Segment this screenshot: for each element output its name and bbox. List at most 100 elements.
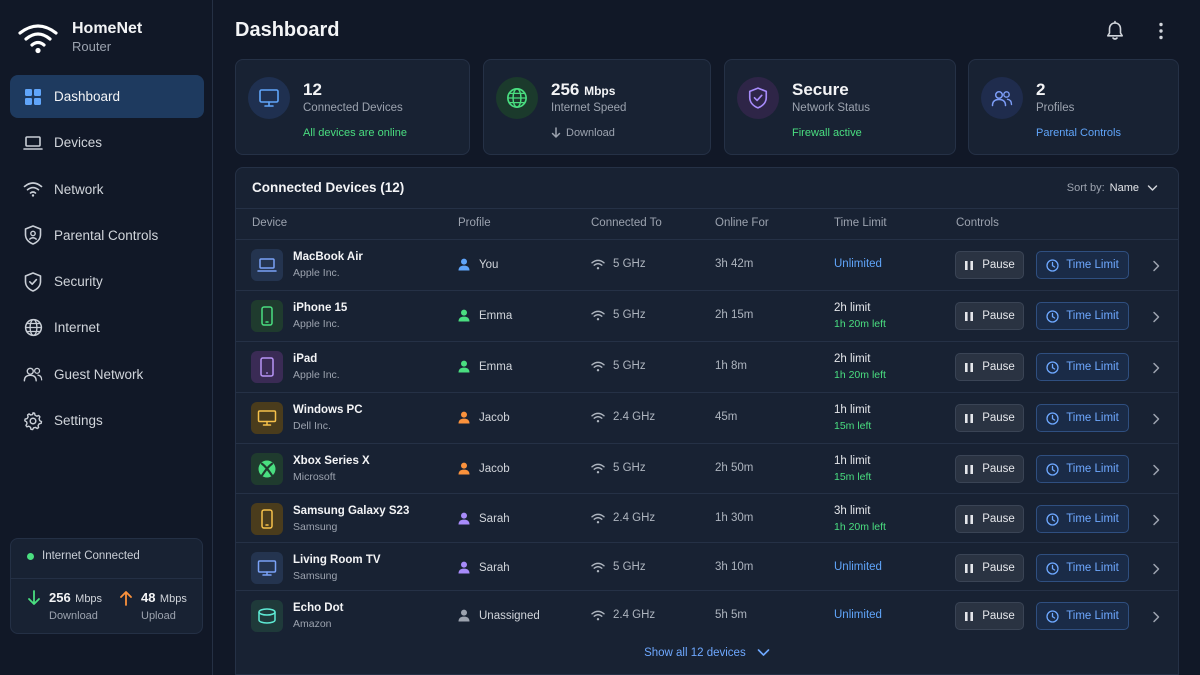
sidebar-item-internet[interactable]: Internet bbox=[10, 306, 204, 349]
parental-controls-link[interactable]: Parental Controls bbox=[1036, 127, 1121, 139]
row-details-button[interactable] bbox=[1152, 310, 1160, 328]
device-online-for: 45m bbox=[715, 411, 738, 423]
time-limit-label: Time Limit bbox=[1066, 610, 1119, 622]
stat-card-internet-speed[interactable]: 256 Mbps Internet Speed Download bbox=[483, 59, 711, 155]
device-connection: 5 GHz bbox=[591, 462, 646, 474]
table-row[interactable]: Living Room TV Samsung Sarah 5 GHz 3h 10… bbox=[236, 542, 1178, 593]
pause-button[interactable]: Pause bbox=[955, 554, 1024, 582]
stat-card-profiles[interactable]: 2 Profiles Parental Controls bbox=[968, 59, 1179, 155]
sidebar-item-dashboard[interactable]: Dashboard bbox=[10, 75, 204, 118]
laptop-icon bbox=[23, 133, 43, 153]
pause-button[interactable]: Pause bbox=[955, 353, 1024, 381]
pause-label: Pause bbox=[982, 259, 1015, 271]
download-speed: 256 Mbps Download bbox=[27, 589, 102, 622]
pause-button[interactable]: Pause bbox=[955, 455, 1024, 483]
row-details-button[interactable] bbox=[1152, 259, 1160, 277]
time-limit-button[interactable]: Time Limit bbox=[1036, 251, 1129, 279]
clock-icon bbox=[1046, 309, 1059, 323]
time-limit-button[interactable]: Time Limit bbox=[1036, 404, 1129, 432]
more-options-button[interactable] bbox=[1153, 20, 1169, 47]
device-connection: 5 GHz bbox=[591, 258, 646, 270]
grid-icon bbox=[23, 87, 43, 107]
sidebar-item-security[interactable]: Security bbox=[10, 260, 204, 303]
pause-button[interactable]: Pause bbox=[955, 404, 1024, 432]
sidebar-item-label: Parental Controls bbox=[54, 227, 159, 243]
stat-card-network-status[interactable]: Secure Network Status Firewall active bbox=[724, 59, 956, 155]
sidebar-item-devices[interactable]: Devices bbox=[10, 121, 204, 164]
device-profile[interactable]: Jacob bbox=[458, 411, 510, 424]
sort-dropdown[interactable]: Sort by: Name bbox=[1067, 182, 1158, 194]
device-name: MacBook Air bbox=[293, 251, 363, 263]
pause-icon bbox=[964, 611, 974, 622]
time-limit-button[interactable]: Time Limit bbox=[1036, 353, 1129, 381]
upload-unit: Mbps bbox=[159, 593, 187, 605]
table-row[interactable]: Samsung Galaxy S23 Samsung Sarah 2.4 GHz… bbox=[236, 493, 1178, 544]
time-limit-button[interactable]: Time Limit bbox=[1036, 302, 1129, 330]
sidebar-item-parental-controls[interactable]: Parental Controls bbox=[10, 214, 204, 257]
table-row[interactable]: Xbox Series X Microsoft Jacob 5 GHz 2h 5… bbox=[236, 443, 1178, 494]
pause-button[interactable]: Pause bbox=[955, 302, 1024, 330]
device-profile[interactable]: Emma bbox=[458, 360, 512, 373]
table-row[interactable]: iPad Apple Inc. Emma 5 GHz 1h 8m 2h limi… bbox=[236, 341, 1178, 392]
app-subtitle: Router bbox=[72, 39, 112, 54]
table-row[interactable]: MacBook Air Apple Inc. You 5 GHz 3h 42m … bbox=[236, 239, 1178, 290]
row-details-button[interactable] bbox=[1152, 412, 1160, 430]
pause-icon bbox=[964, 563, 974, 574]
table-row[interactable]: iPhone 15 Apple Inc. Emma 5 GHz 2h 15m 2… bbox=[236, 290, 1178, 341]
stat-card-connected-devices[interactable]: 12 Connected Devices All devices are onl… bbox=[235, 59, 470, 155]
device-time-limit: Unlimited bbox=[834, 258, 882, 270]
column-header-online-for: Online For bbox=[715, 217, 769, 229]
pause-icon bbox=[964, 464, 974, 475]
device-connection: 2.4 GHz bbox=[591, 609, 655, 621]
connected-devices-table: Connected Devices (12) Sort by: Name Dev… bbox=[235, 167, 1179, 675]
time-limit-button[interactable]: Time Limit bbox=[1036, 455, 1129, 483]
shield-check-icon bbox=[23, 271, 43, 292]
tv-icon bbox=[251, 552, 283, 584]
wifi-icon bbox=[591, 562, 605, 572]
table-row[interactable]: Echo Dot Amazon Unassigned 2.4 GHz 5h 5m… bbox=[236, 590, 1178, 641]
sidebar-item-guest-network[interactable]: Guest Network bbox=[10, 353, 204, 396]
device-profile[interactable]: You bbox=[458, 258, 498, 271]
stat-subtext: Firewall active bbox=[792, 127, 862, 139]
row-details-button[interactable] bbox=[1152, 463, 1160, 481]
column-header-device: Device bbox=[252, 217, 288, 229]
pause-button[interactable]: Pause bbox=[955, 251, 1024, 279]
row-details-button[interactable] bbox=[1152, 610, 1160, 628]
show-all-devices-link[interactable]: Show all 12 devices bbox=[236, 647, 1178, 659]
table-row[interactable]: Windows PC Dell Inc. Jacob 2.4 GHz 45m 1… bbox=[236, 392, 1178, 443]
notifications-button[interactable] bbox=[1104, 20, 1126, 47]
time-limit-button[interactable]: Time Limit bbox=[1036, 554, 1129, 582]
device-profile[interactable]: Sarah bbox=[458, 561, 510, 574]
device-profile[interactable]: Sarah bbox=[458, 512, 510, 525]
device-connection: 5 GHz bbox=[591, 309, 646, 321]
monitor-icon bbox=[248, 77, 290, 119]
row-details-button[interactable] bbox=[1152, 513, 1160, 531]
device-profile[interactable]: Emma bbox=[458, 309, 512, 322]
time-limit-label: Time Limit bbox=[1066, 562, 1119, 574]
time-limit-button[interactable]: Time Limit bbox=[1036, 602, 1129, 630]
device-time-remaining: 1h 20m left bbox=[834, 318, 886, 330]
device-profile[interactable]: Jacob bbox=[458, 462, 510, 475]
time-limit-button[interactable]: Time Limit bbox=[1036, 505, 1129, 533]
row-details-button[interactable] bbox=[1152, 562, 1160, 580]
sidebar-nav: Dashboard Devices Network Parental Contr… bbox=[10, 75, 204, 445]
device-profile[interactable]: Unassigned bbox=[458, 609, 540, 622]
sidebar-item-settings[interactable]: Settings bbox=[10, 399, 204, 442]
stat-unit: Mbps bbox=[584, 84, 616, 98]
time-limit-label: Time Limit bbox=[1066, 513, 1119, 525]
pause-button[interactable]: Pause bbox=[955, 505, 1024, 533]
wifi-icon bbox=[591, 610, 605, 620]
pause-icon bbox=[964, 362, 974, 373]
phone-icon bbox=[251, 503, 283, 535]
row-details-button[interactable] bbox=[1152, 361, 1160, 379]
pause-label: Pause bbox=[982, 361, 1015, 373]
pause-icon bbox=[964, 413, 974, 424]
device-time-limit: 1h limit bbox=[834, 455, 871, 467]
stat-value: 12 bbox=[303, 80, 322, 100]
connection-band: 5 GHz bbox=[613, 462, 646, 474]
device-manufacturer: Apple Inc. bbox=[293, 369, 340, 381]
sidebar-item-network[interactable]: Network bbox=[10, 168, 204, 211]
stat-label: Internet Speed bbox=[551, 102, 627, 114]
pause-button[interactable]: Pause bbox=[955, 602, 1024, 630]
brand[interactable]: HomeNet Router bbox=[18, 20, 142, 56]
